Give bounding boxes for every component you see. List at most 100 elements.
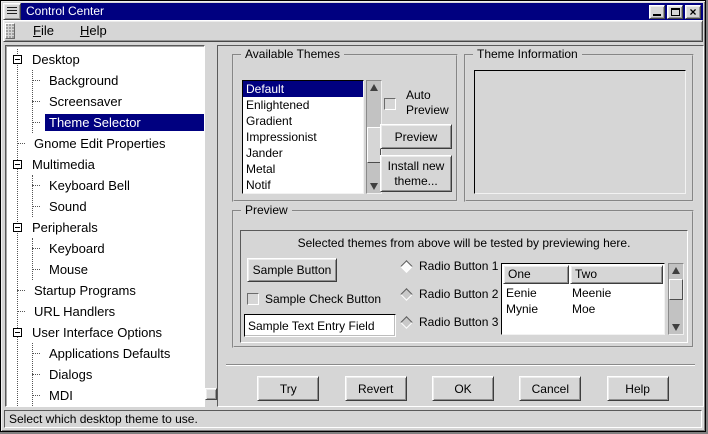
menu-item-file[interactable]: File [24, 21, 63, 41]
radio-button-1[interactable]: Radio Button 1 [399, 258, 498, 274]
theme-list-item-metal[interactable]: Metal [243, 161, 363, 177]
maximize-icon [671, 8, 680, 16]
scroll-down-icon[interactable] [367, 180, 381, 193]
tree-connector [32, 248, 40, 249]
table-row[interactable]: Eenie Meenie [502, 285, 664, 301]
revert-button[interactable]: Revert [345, 376, 407, 401]
tree-item-keyboard[interactable]: Keyboard [33, 238, 204, 259]
scroll-up-icon[interactable] [367, 81, 381, 94]
collapse-icon[interactable] [13, 223, 22, 232]
menu-item-help[interactable]: Help [71, 21, 116, 41]
scrollbar-thumb[interactable] [669, 279, 683, 300]
table-row[interactable]: Mynie Moe [502, 301, 664, 317]
menubar-drag-handle[interactable] [5, 23, 15, 39]
theme-list-item-impressionist[interactable]: Impressionist [243, 129, 363, 145]
theme-list-item-notif[interactable]: Notif [243, 177, 363, 193]
auto-preview-label: Auto Preview [406, 88, 462, 118]
window-title: Control Center [21, 3, 104, 20]
help-button[interactable]: Help [607, 376, 669, 401]
tree-item-background[interactable]: Background [33, 70, 204, 91]
radio-label: Radio Button 1 [419, 259, 498, 273]
tree-item-screensaver[interactable]: Screensaver [33, 91, 204, 112]
available-themes-label: Available Themes [241, 47, 344, 62]
scroll-down-icon[interactable] [669, 321, 683, 334]
titlebar: Control Center [3, 3, 703, 20]
install-new-theme-button[interactable]: Install new theme... [380, 155, 452, 192]
tree-item-dialogs[interactable]: Dialogs [33, 364, 204, 385]
close-icon [686, 6, 700, 18]
scrollbar-track[interactable] [367, 94, 381, 180]
sample-check-label: Sample Check Button [265, 292, 381, 306]
minimize-button[interactable] [649, 5, 665, 19]
scroll-up-icon[interactable] [669, 264, 683, 277]
try-button[interactable]: Try [257, 376, 319, 401]
sample-button[interactable]: Sample Button [247, 258, 337, 282]
tree-item-url-handlers[interactable]: URL Handlers [18, 301, 204, 322]
paned-resize-handle[interactable] [205, 388, 217, 400]
theme-list-item-jander[interactable]: Jander [243, 145, 363, 161]
theme-information-label: Theme Information [473, 47, 582, 62]
sample-text-entry[interactable] [244, 314, 396, 337]
tree-item-multimedia[interactable]: Multimedia [18, 154, 204, 175]
column-header-two[interactable]: Two [570, 265, 663, 284]
tree-item-keyboard-bell[interactable]: Keyboard Bell [33, 175, 204, 196]
sample-table-scrollbar[interactable] [668, 263, 684, 335]
hamburger-icon [7, 7, 17, 16]
ok-button[interactable]: OK [432, 376, 494, 401]
sample-checkbox[interactable] [247, 293, 259, 305]
available-themes-frame: Available Themes Default Enlightened Gra… [232, 54, 458, 202]
scrollbar-thumb[interactable] [367, 127, 381, 163]
preview-label: Preview [241, 203, 292, 218]
auto-preview-checkbox[interactable] [384, 98, 396, 110]
maximize-button[interactable] [667, 5, 683, 19]
tree-connector [17, 290, 25, 291]
radio-button-3[interactable]: Radio Button 3 [399, 314, 498, 330]
radio-button-2[interactable]: Radio Button 2 [399, 286, 498, 302]
radio-diamond-icon[interactable] [400, 288, 413, 301]
control-center-window: Control Center File Help Desktop Backgro… [0, 0, 706, 432]
window-controls [647, 3, 703, 20]
collapse-icon[interactable] [13, 55, 22, 64]
capplet-panel: Available Themes Default Enlightened Gra… [217, 45, 704, 407]
theme-information-frame: Theme Information [464, 54, 694, 202]
theme-list-item-enlightened[interactable]: Enlightened [243, 97, 363, 113]
tree-item-user-interface-options[interactable]: User Interface Options [18, 322, 204, 343]
scrollbar-track[interactable] [669, 277, 683, 321]
collapse-icon[interactable] [13, 328, 22, 337]
tree-connector [32, 185, 40, 186]
close-button[interactable] [685, 5, 701, 19]
column-header-one[interactable]: One [503, 265, 569, 284]
tree-item-mdi[interactable]: MDI [33, 385, 204, 406]
action-buttons: Try Revert OK Cancel Help [232, 376, 694, 402]
radio-diamond-icon[interactable] [400, 316, 413, 329]
tree-item-peripherals[interactable]: Peripherals [18, 217, 204, 238]
theme-list-item-gradient[interactable]: Gradient [243, 113, 363, 129]
radio-label: Radio Button 2 [419, 287, 498, 301]
collapse-icon[interactable] [13, 160, 22, 169]
tree-connector [17, 143, 25, 144]
preview-caption: Selected themes from above will be teste… [241, 236, 687, 250]
theme-list: Default Enlightened Gradient Impressioni… [242, 80, 364, 194]
tree-connector [32, 101, 40, 102]
tree-item-applications-defaults[interactable]: Applications Defaults [33, 343, 204, 364]
cancel-button[interactable]: Cancel [519, 376, 581, 401]
tree-item-mouse[interactable]: Mouse [33, 259, 204, 280]
titlebar-main[interactable]: Control Center [21, 3, 647, 20]
tree-connector [32, 122, 40, 123]
tree-connector [32, 80, 40, 81]
theme-information-box [474, 70, 686, 194]
tree-item-startup-programs[interactable]: Startup Programs [18, 280, 204, 301]
radio-diamond-icon[interactable] [400, 260, 413, 273]
status-bar: Select which desktop theme to use. [4, 410, 702, 428]
status-text: Select which desktop theme to use. [9, 412, 198, 426]
capplet-tree: Desktop Background Screensaver Theme Sel… [6, 46, 204, 406]
window-menu-icon[interactable] [3, 3, 21, 20]
table-header-row: One Two [502, 264, 664, 285]
preview-button[interactable]: Preview [380, 124, 452, 149]
tree-item-sound[interactable]: Sound [33, 196, 204, 217]
theme-list-item-default[interactable]: Default [243, 81, 363, 97]
tree-item-theme-selector[interactable]: Theme Selector [33, 112, 204, 133]
tree-item-desktop[interactable]: Desktop [18, 49, 204, 70]
tree-item-gnome-edit-properties[interactable]: Gnome Edit Properties [18, 133, 204, 154]
capplet-tree-panel: Desktop Background Screensaver Theme Sel… [5, 45, 205, 407]
